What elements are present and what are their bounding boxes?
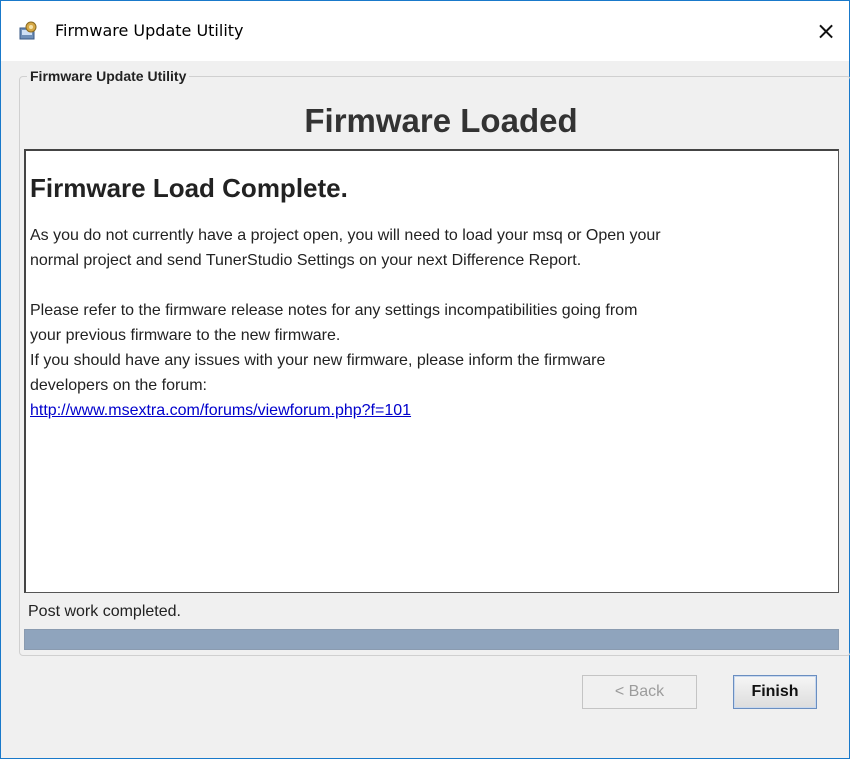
message-line: As you do not currently have a project o… [30, 227, 661, 244]
window-title: Firmware Update Utility [55, 21, 244, 40]
message-line: developers on the forum: [30, 377, 207, 394]
message-line: your previous firmware to the new firmwa… [30, 327, 341, 344]
progress-fill [25, 630, 838, 649]
progress-bar [24, 629, 839, 650]
message-panel: Firmware Load Complete. As you do not cu… [24, 149, 839, 593]
message-line: If you should have any issues with your … [30, 352, 606, 369]
message-line: Please refer to the firmware release not… [30, 302, 638, 319]
finish-button[interactable]: Finish [733, 675, 817, 709]
group-legend: Firmware Update Utility [27, 67, 190, 85]
page-title: Firmware Loaded [304, 102, 578, 139]
firmware-update-window: Firmware Update Utility × Firmware Updat… [0, 0, 850, 759]
back-button[interactable]: < Back [582, 675, 697, 709]
close-button[interactable]: × [803, 1, 849, 61]
forum-link[interactable]: http://www.msextra.com/forums/viewforum.… [30, 402, 411, 419]
app-icon [19, 21, 39, 41]
status-text: Post work completed. [28, 603, 181, 620]
close-icon[interactable]: × [816, 17, 836, 45]
message-heading: Firmware Load Complete. [30, 173, 348, 203]
message-line: normal project and send TunerStudio Sett… [30, 252, 582, 269]
title-bar[interactable]: Firmware Update Utility × [1, 1, 849, 61]
